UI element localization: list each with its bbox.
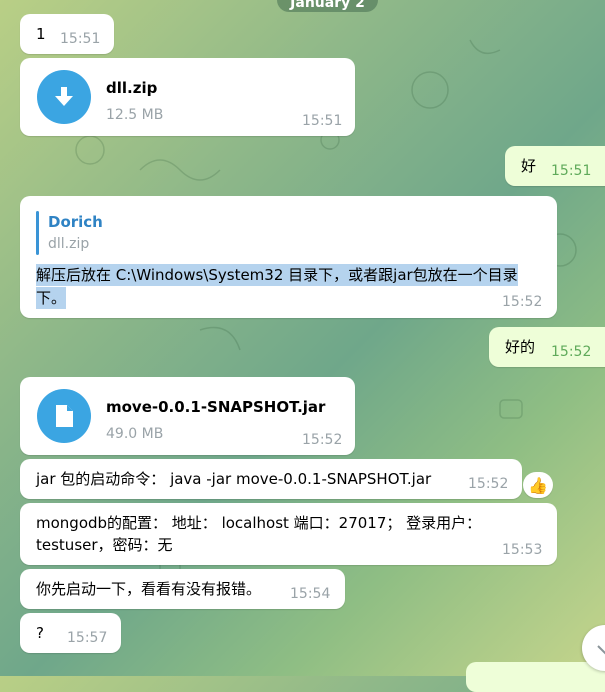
message-time: 15:51	[551, 163, 592, 179]
message-text: jar 包的启动命令： java -jar move-0.0.1-SNAPSHO…	[36, 470, 432, 488]
quote-text[interactable]: dll.zip	[48, 236, 89, 252]
file-name[interactable]: move-0.0.1-SNAPSHOT.jar	[106, 398, 325, 416]
message-text: 好的	[505, 338, 536, 356]
reply-message-bubble[interactable]: Dorich dll.zip 解压后放在 C:\Windows\System32…	[20, 196, 557, 318]
date-separator: January 2	[277, 0, 378, 12]
message-bubble[interactable]: 你先启动一下，看看有没有报错。 15:54	[20, 569, 345, 609]
file-message-bubble[interactable]: move-0.0.1-SNAPSHOT.jar 49.0 MB 15:52	[20, 377, 355, 455]
chevron-down-icon	[597, 645, 605, 655]
download-icon	[55, 87, 73, 106]
message-bubble[interactable]: ? 15:57	[20, 613, 121, 653]
message-text: 你先启动一下，看看有没有报错。	[36, 580, 262, 598]
message-text-line2: 下。	[36, 287, 67, 309]
thumbs-up-reaction[interactable]: 👍	[523, 472, 553, 498]
message-time: 15:51	[302, 113, 343, 129]
quote-bar	[36, 211, 39, 255]
thumbs-up-icon: 👍	[528, 475, 548, 495]
message-text-line1: mongodb的配置： 地址： localhost 端口：27017； 登录用户…	[36, 514, 482, 532]
file-message-bubble[interactable]: dll.zip 12.5 MB 15:51	[20, 58, 355, 136]
open-file-button[interactable]	[37, 389, 91, 443]
message-time: 15:53	[502, 542, 543, 558]
message-text-line1: 解压后放在 C:\Windows\System32 目录下，或者跟jar包放在一…	[36, 264, 518, 286]
message-time: 15:52	[551, 344, 592, 360]
outgoing-message-bubble[interactable]: 好 15:51	[505, 146, 605, 186]
message-bubble[interactable]: 1 15:51	[20, 14, 114, 54]
message-time: 15:51	[60, 31, 101, 47]
message-time: 15:52	[468, 476, 509, 492]
outgoing-message-bubble-partial[interactable]	[466, 662, 605, 692]
message-time: 15:54	[290, 586, 331, 602]
message-text-line2: testuser，密码：无	[36, 536, 173, 554]
message-time: 15:52	[502, 294, 543, 310]
message-time: 15:52	[302, 432, 343, 448]
file-name[interactable]: dll.zip	[106, 79, 157, 97]
message-text: ?	[36, 624, 44, 642]
file-size: 49.0 MB	[106, 426, 164, 442]
message-text: 好	[521, 157, 537, 175]
message-bubble[interactable]: jar 包的启动命令： java -jar move-0.0.1-SNAPSHO…	[20, 459, 522, 499]
file-size: 12.5 MB	[106, 107, 164, 123]
download-button[interactable]	[37, 70, 91, 124]
outgoing-message-bubble[interactable]: 好的 15:52	[489, 327, 605, 367]
message-bubble[interactable]: mongodb的配置： 地址： localhost 端口：27017； 登录用户…	[20, 503, 557, 565]
quote-author[interactable]: Dorich	[48, 213, 103, 231]
message-text: 1	[36, 25, 46, 43]
message-time: 15:57	[67, 630, 108, 646]
file-icon	[56, 405, 73, 427]
